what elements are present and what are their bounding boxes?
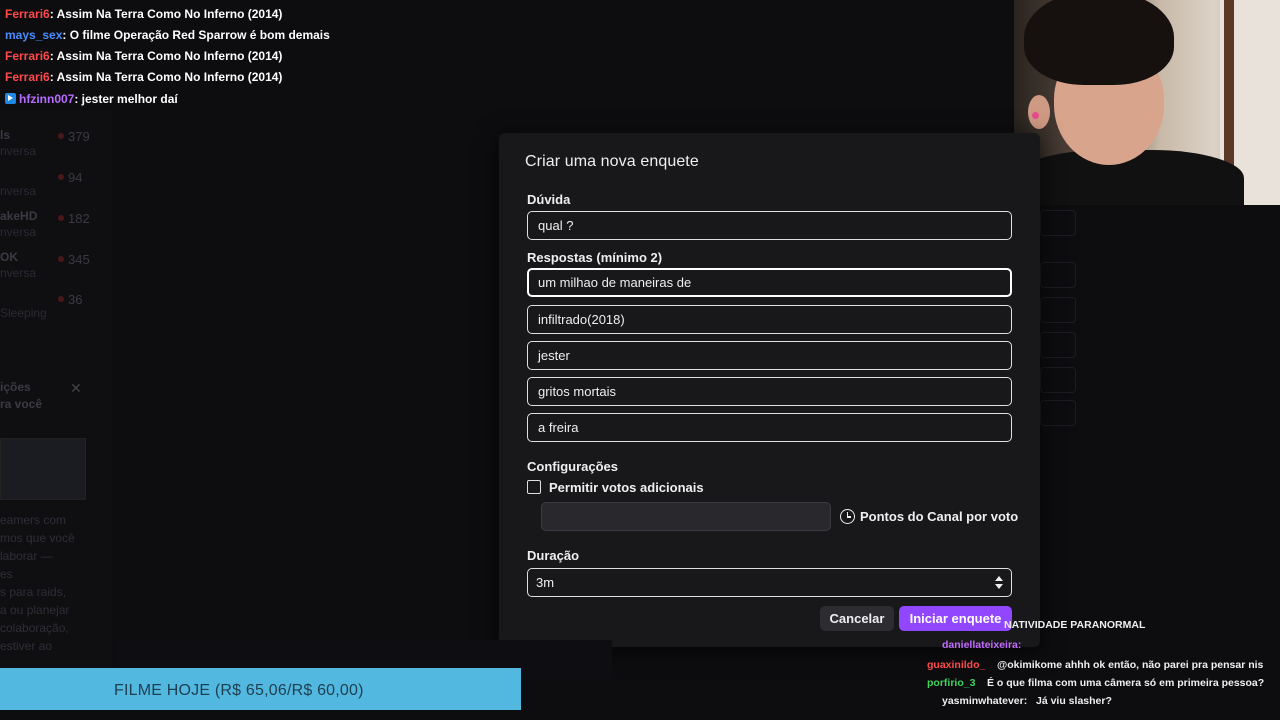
chevron-updown-icon [994,575,1004,591]
chat-username: Ferrari6 [5,7,50,21]
answer-input-1[interactable]: um milhao de maneiras de [527,268,1012,297]
live-dot-icon [58,215,64,221]
bg-channel-sub: nversa [0,225,37,239]
channel-points-icon [840,509,855,524]
chat-message: Ferrari6: Assim Na Terra Como No Inferno… [5,48,282,64]
live-dot-icon [58,296,64,302]
bg-panel-box [1040,400,1076,426]
chat-text: : jester melhor daí [74,92,178,106]
bg-body-line: colaboração, [0,621,69,635]
bg-viewer-count: 345 [68,252,90,267]
bg-viewer-count: 36 [68,292,83,307]
bg-channel-name: akeHD [0,209,38,223]
bg-section-title: ições [0,380,31,394]
bg-channel-sub: nversa [0,144,37,158]
points-per-vote-input[interactable] [541,502,831,531]
bg-viewer-count: 182 [68,211,90,226]
close-icon[interactable]: ✕ [70,380,82,397]
answer-input-4[interactable]: gritos mortais [527,377,1012,406]
answers-label: Respostas (mínimo 2) [527,250,663,265]
chat-message: Ferrari6: Assim Na Terra Como No Inferno… [5,6,282,22]
prime-badge-icon [5,93,16,104]
bg-panel-box [1040,210,1076,236]
bg-channel-name: ls [0,128,11,142]
chat-username: daniellateixeira: [942,639,1022,651]
question-label: Dúvida [527,192,571,207]
chat-text: : O filme Operação Red Sparrow é bom dem… [62,28,330,42]
chat-text: Já viu slasher? [1036,695,1112,707]
chat-username: hfzinn007 [19,92,75,106]
bg-body-line: es [0,567,13,581]
chat-username: yasminwhatever: [942,695,1028,707]
cam-person-hair [1024,0,1174,85]
bg-body-line: a ou planejar [0,603,70,617]
live-dot-icon [58,133,64,139]
chat-username: guaxinildo_ [927,659,986,671]
answer-input-5[interactable]: a freira [527,413,1012,442]
bg-body-line: estiver ao [0,639,53,653]
bg-viewer-count: 94 [68,170,83,185]
question-input[interactable]: qual ? [527,211,1012,240]
bg-panel-box [1040,262,1076,288]
screen: { "chat_overlay": [ {"user": "Ferrari6",… [0,0,1280,720]
duration-select[interactable]: 3m [527,568,1012,597]
chat-message: NATIVIDADE PARANORMAL [1004,619,1146,631]
cam-person-ear [1028,95,1050,129]
chat-text: : Assim Na Terra Como No Inferno (2014) [49,49,283,63]
chat-username: Ferrari6 [5,70,50,84]
chat-message: hfzinn007: jester melhor daí [5,91,178,107]
settings-label: Configurações [527,459,619,474]
bg-channel-sub: nversa [0,266,37,280]
bg-body-line: s para raids, [0,585,67,599]
chat-message: mays_sex: O filme Operação Red Sparrow é… [5,27,330,43]
earbud-icon [1032,112,1039,119]
chat-text: : Assim Na Terra Como No Inferno (2014) [49,7,283,21]
goal-banner-text: FILME HOJE (R$ 65,06/R$ 60,00) [114,682,364,699]
chat-username: mays_sex [5,28,63,42]
bg-panel-box [1040,367,1076,393]
dialog-title: Criar uma nova enquete [525,153,699,170]
create-poll-dialog: Criar uma nova enquete Dúvida qual ? Res… [499,133,1040,647]
start-poll-button[interactable]: Iniciar enquete [899,606,1012,631]
bg-panel-box [1040,332,1076,358]
points-per-vote-label: Pontos do Canal por voto [860,509,1019,524]
chat-text: : Assim Na Terra Como No Inferno (2014) [49,70,283,84]
answer-input-3[interactable]: jester [527,341,1012,370]
cancel-button[interactable]: Cancelar [820,606,894,631]
bg-channel-name: OK [0,250,18,264]
chat-text: É o que filma com uma câmera só em prime… [987,677,1265,689]
answer-input-2[interactable]: infiltrado(2018) [527,305,1012,334]
live-dot-icon [58,256,64,262]
bg-viewer-count: 379 [68,129,90,144]
bg-thumbnail [0,438,86,500]
duration-value: 3m [536,575,555,590]
duration-label: Duração [527,548,580,563]
bg-section-subtitle: ra você [0,397,43,411]
bg-channel-sub: nversa [0,184,37,198]
live-dot-icon [58,174,64,180]
bg-channel-sub: Sleeping [0,306,47,320]
chat-username: Ferrari6 [5,49,50,63]
bg-body-line: laborar — [0,549,53,563]
allow-votes-label[interactable]: Permitir votos adicionais [549,480,704,495]
bg-body-line: mos que você [0,531,75,545]
webcam-feed [1014,0,1280,205]
allow-votes-checkbox[interactable] [527,480,541,494]
chat-username: porfirio_3 [927,677,976,689]
bg-body-line: eamers com [0,513,67,527]
chat-text: @okimikome ahhh ok então, não parei pra … [997,659,1264,671]
chat-message: Ferrari6: Assim Na Terra Como No Inferno… [5,69,282,85]
bg-panel-box [1040,297,1076,323]
